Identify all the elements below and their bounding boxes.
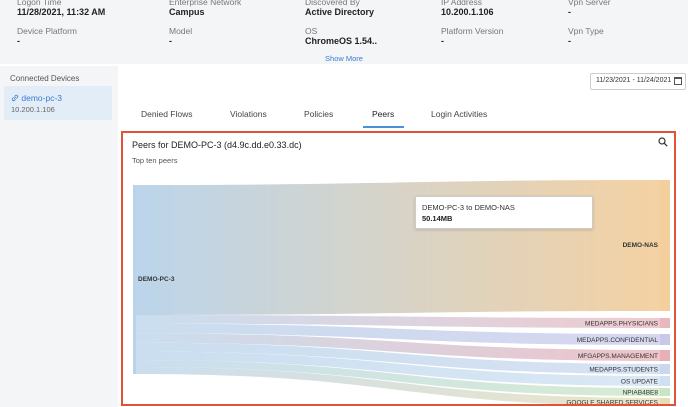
info-label: Discovered By [305,0,360,7]
info-cell: Discovered By Active Directory [305,0,374,18]
info-value: - [441,36,444,46]
sankey-target-label: MEDAPPS.CONFIDENTIAL [577,337,659,344]
device-name-label: demo-pc-3 [21,93,63,103]
tab-peers[interactable]: Peers [372,109,394,119]
info-label: Vpn Server [568,0,611,7]
info-value: 11/28/2021, 11:32 AM [17,7,106,17]
info-label: Vpn Type [568,26,604,36]
sankey-target-label: MFGAPPS.MANAGEMENT [578,353,658,360]
sankey-target-node[interactable] [660,350,670,361]
active-tab-indicator [363,126,404,128]
info-label: IP Address [441,0,482,7]
peers-sankey-chart: DEMO-NAS MEDAPPS.PHYSICIANS MEDAPPS.CONFID… [133,180,670,405]
info-cell: Enterprise Network Campus [169,0,241,18]
sankey-target-label: OS UPDATE [621,379,659,386]
calendar-icon [674,77,682,85]
date-range-picker[interactable]: 11/23/2021 - 11/24/2021 [590,73,686,90]
device-link[interactable]: demo-pc-3 [11,93,62,103]
info-cell: Platform Version - [441,26,503,47]
sankey-source-node[interactable] [133,185,136,374]
info-value: - [568,36,571,46]
info-value: Campus [169,7,205,17]
info-cell: OS ChromeOS 1.54.. [305,26,377,47]
info-label: OS [305,26,318,36]
info-cell: IP Address 10.200.1.106 [441,0,494,18]
sankey-target-node[interactable] [660,388,670,396]
info-label: Platform Version [441,26,504,36]
sankey-target-node[interactable] [660,398,670,404]
info-value: 10.200.1.106 [441,7,494,17]
sidebar-title: Connected Devices [10,74,80,83]
sankey-source-label: DEMO-PC-3 [138,276,175,283]
link-icon [11,94,19,102]
tab-bar: Denied Flows Violations Policies Peers L… [120,104,688,128]
sankey-target-label: DEMO-NAS [623,242,659,249]
sankey-target-node[interactable] [660,376,670,386]
show-more-link[interactable]: Show More [0,54,688,63]
tooltip-title: DEMO-PC-3 to DEMO-NAS [422,203,515,212]
info-cell: Vpn Type - [568,26,604,47]
info-value: ChromeOS 1.54.. [305,36,378,46]
sankey-tooltip: DEMO-PC-3 to DEMO-NAS 50.14MB [415,196,593,229]
info-cell: Model - [169,26,192,47]
connected-devices-sidebar: Connected Devices demo-pc-3 10.200.1.106 [0,66,118,407]
tab-login-activities[interactable]: Login Activities [431,109,487,119]
info-value: Active Directory [305,7,375,17]
info-cell: Device Platform - [17,26,77,47]
date-range-label: 11/23/2021 - 11/24/2021 [596,77,672,84]
info-label: Device Platform [17,26,77,36]
info-label: Logon Time [17,0,62,7]
info-cell: Vpn Server - [568,0,611,18]
info-cell: Logon Time 11/28/2021, 11:32 AM [17,0,105,18]
tab-violations[interactable]: Violations [230,109,267,119]
peers-panel: Peers for DEMO-PC-3 (d4.9c.dd.e0.33.dc) … [121,131,676,406]
info-value: - [17,36,20,46]
tooltip-value: 50.14MB [422,214,453,223]
sankey-target-label: GOOGLE SHARED SERVICES [566,400,658,405]
sankey-target-label: MEDAPPS.STUDENTS [589,367,658,374]
tab-denied-flows[interactable]: Denied Flows [141,109,193,119]
device-info-panel: Logon Time 11/28/2021, 11:32 AM Enterprise… [0,0,688,64]
info-value: - [568,7,571,17]
info-label: Enterprise Network [169,0,242,7]
sankey-target-node[interactable] [660,364,670,374]
info-label: Model [169,26,193,36]
sankey-target-node[interactable] [660,318,670,328]
sankey-target-node[interactable] [660,180,670,311]
sankey-target-label: NPIAB4BE8 [623,390,659,397]
sankey-target-label: MEDAPPS.PHYSICIANS [585,321,659,328]
tab-policies[interactable]: Policies [304,109,333,119]
info-value: - [169,36,172,46]
sankey-target-node[interactable] [660,334,670,345]
device-item-demo-pc-3[interactable]: demo-pc-3 10.200.1.106 [4,86,112,120]
device-ip-label: 10.200.1.106 [11,105,55,114]
